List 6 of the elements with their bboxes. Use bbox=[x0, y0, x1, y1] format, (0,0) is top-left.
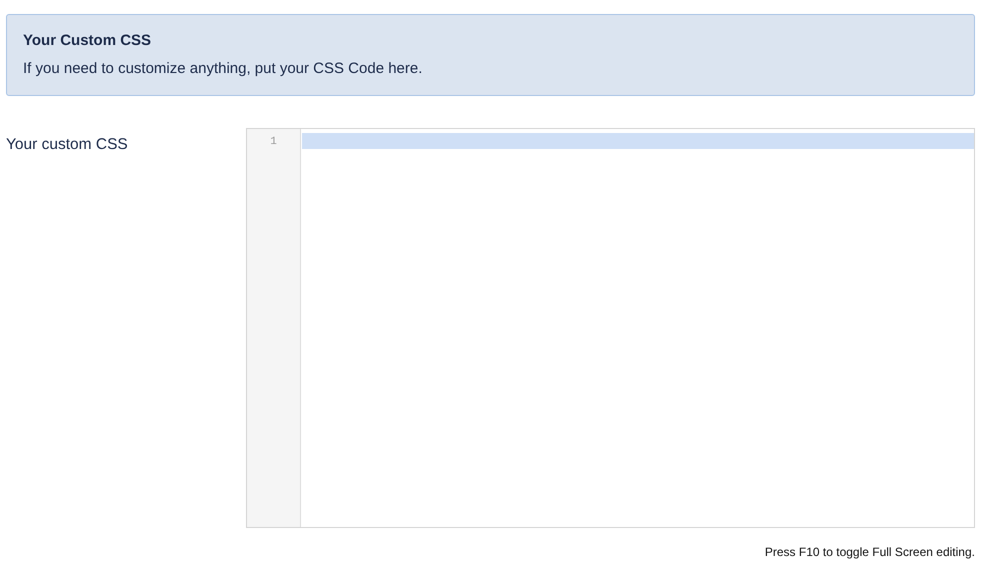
panel-text: If you need to customize anything, put your CSS Code here. bbox=[23, 60, 424, 77]
panel-title: Your Custom CSS bbox=[23, 32, 152, 49]
line-number: 1 bbox=[269, 135, 278, 150]
code-editor[interactable]: 1 bbox=[246, 128, 975, 528]
field-label: Your custom CSS bbox=[6, 135, 129, 154]
help-text: Press F10 to toggle Full Screen editing. bbox=[764, 545, 975, 559]
